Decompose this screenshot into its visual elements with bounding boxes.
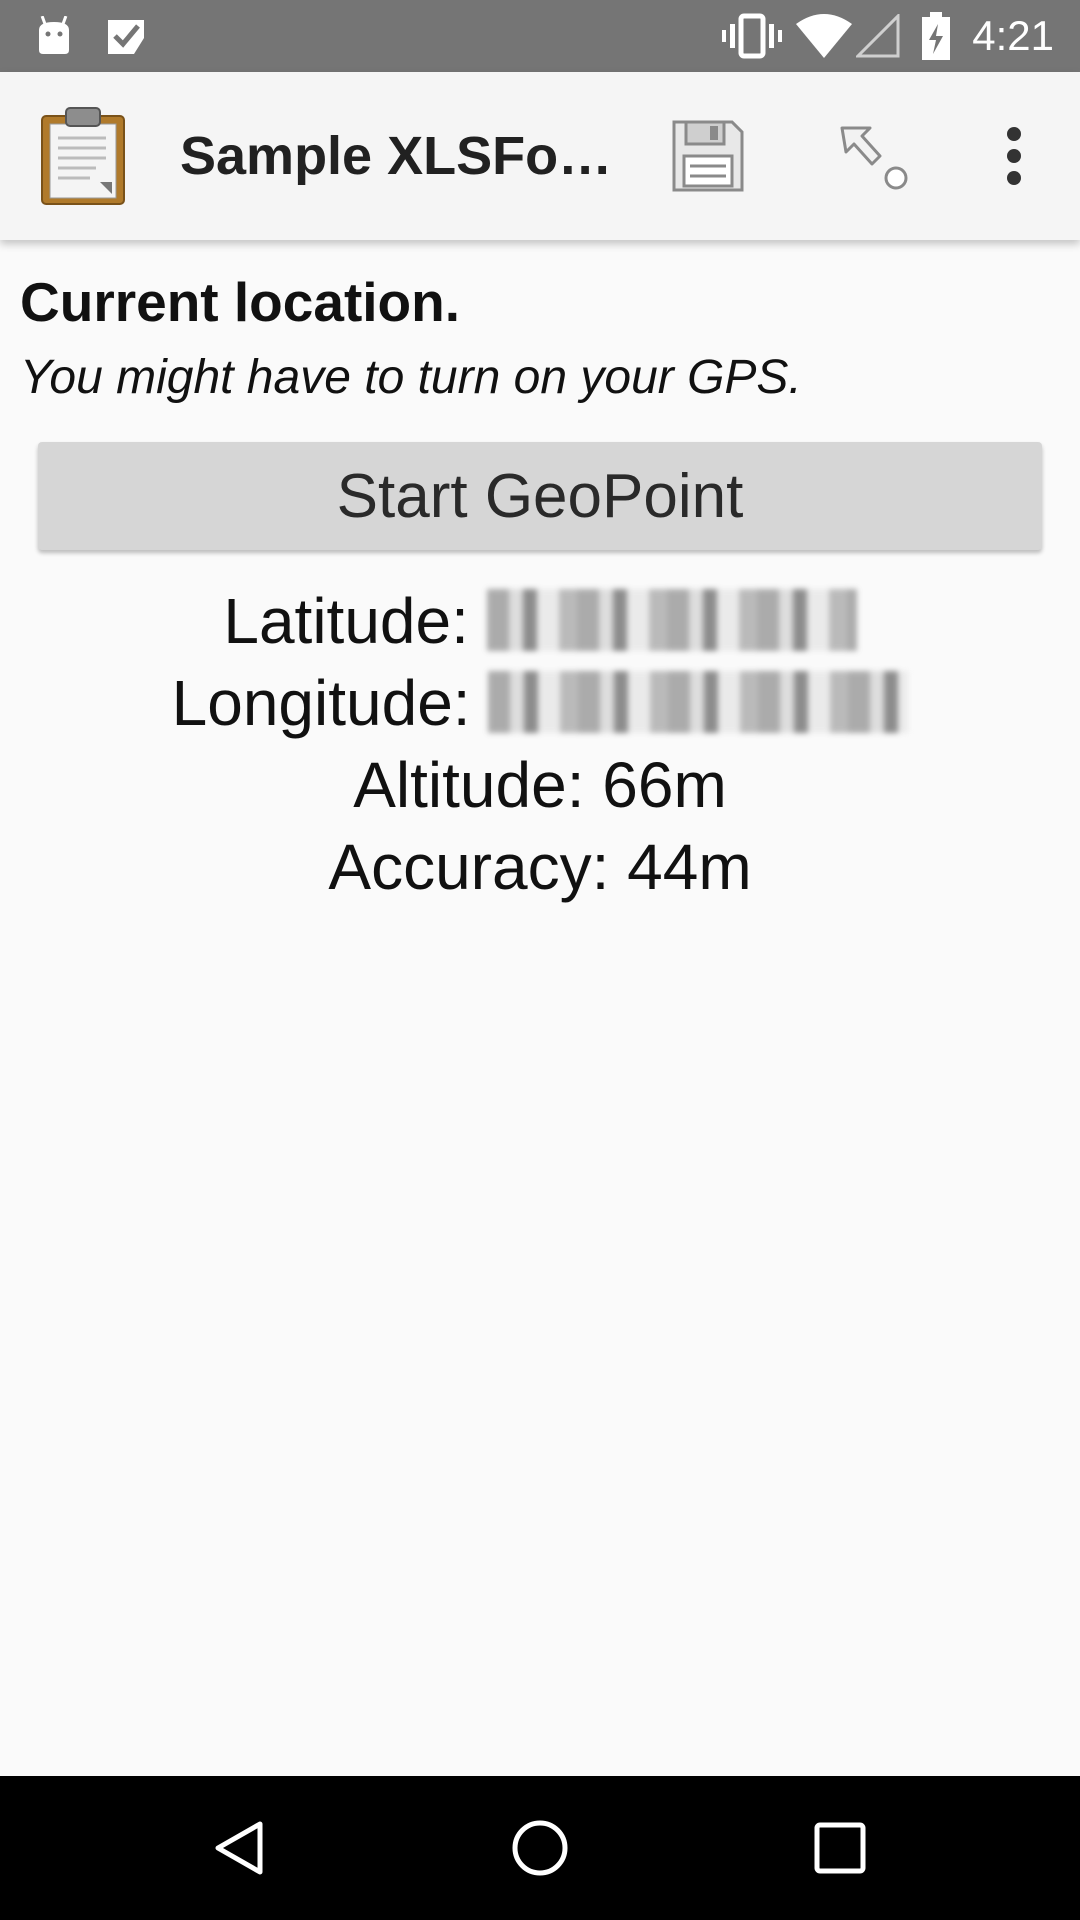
android-notification-icon xyxy=(34,12,74,60)
question-label: Current location. xyxy=(20,271,461,333)
app-title: Sample XLSFo… xyxy=(180,126,613,186)
status-bar: 4:21 xyxy=(0,0,1080,72)
save-icon[interactable] xyxy=(668,116,748,196)
jump-icon[interactable] xyxy=(836,116,916,196)
latitude-redacted-value xyxy=(486,589,857,652)
vibrate-icon xyxy=(722,12,782,60)
recents-icon[interactable] xyxy=(800,1808,880,1888)
longitude-label: Longitude: xyxy=(171,667,471,739)
latitude-row: Latitude: xyxy=(0,580,1080,662)
back-icon[interactable] xyxy=(200,1808,280,1888)
cell-signal-icon xyxy=(856,12,900,60)
wifi-icon xyxy=(796,12,852,60)
status-time: 4:21 xyxy=(972,12,1054,59)
question-hint: You might have to turn on your GPS. xyxy=(20,351,802,404)
form-content: Current location. You might have to turn… xyxy=(0,240,1080,1776)
latitude-label: Latitude: xyxy=(223,585,469,657)
navigation-bar xyxy=(0,1776,1080,1920)
start-geopoint-button[interactable]: Start GeoPoint xyxy=(38,442,1042,550)
longitude-row: Longitude: xyxy=(0,662,1080,744)
longitude-redacted-value xyxy=(488,671,909,734)
overflow-menu-icon[interactable] xyxy=(974,116,1054,196)
altitude-value: Altitude: 66m xyxy=(353,749,727,821)
accuracy-value: Accuracy: 44m xyxy=(328,831,752,903)
task-done-icon xyxy=(104,12,148,60)
home-icon[interactable] xyxy=(500,1808,580,1888)
battery-charging-icon xyxy=(920,12,952,60)
clipboard-icon xyxy=(40,106,126,206)
geo-readout: Latitude: Longitude: Altitude: 66m Accur… xyxy=(0,580,1080,908)
app-bar: Sample XLSFo… xyxy=(0,72,1080,240)
